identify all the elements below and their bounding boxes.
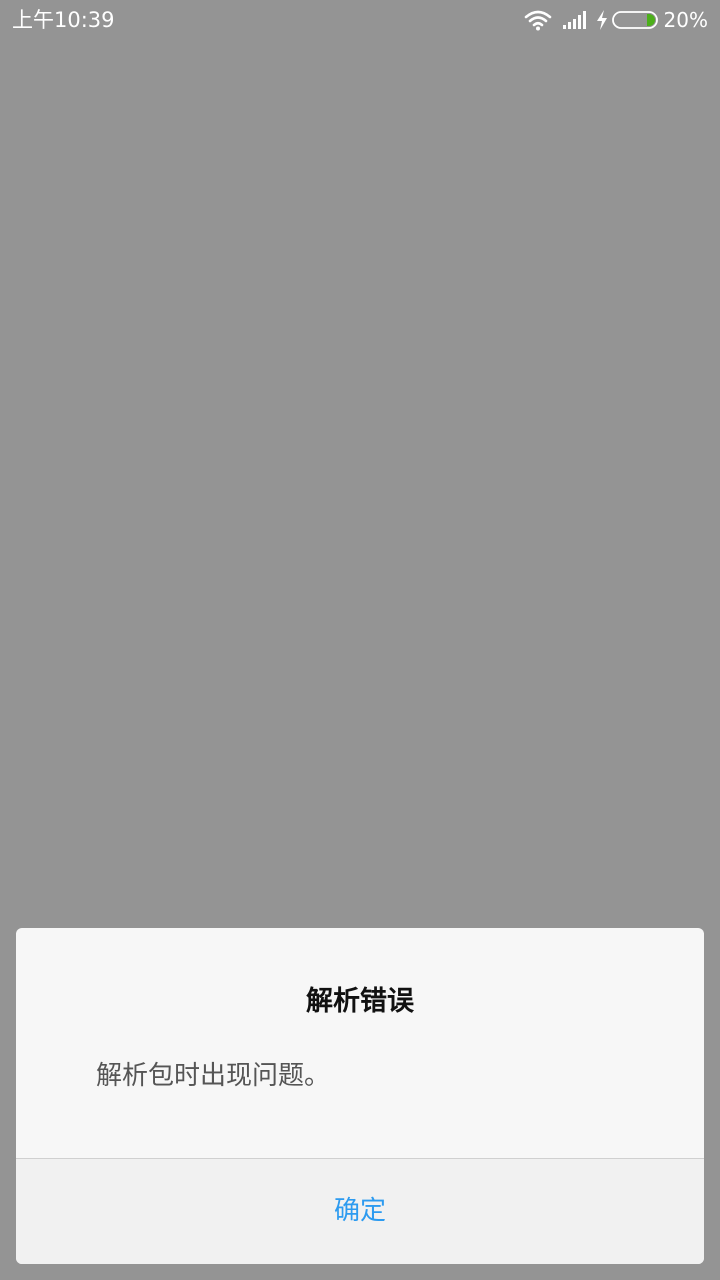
confirm-button[interactable]: 确定 <box>16 1159 704 1264</box>
signal-icon <box>562 11 586 29</box>
status-time: 上午10:39 <box>12 8 115 32</box>
battery-percent: 20% <box>663 8 708 32</box>
battery-icon <box>611 11 658 29</box>
status-icons: 20% <box>524 6 708 34</box>
dialog-footer: 确定 <box>16 1159 704 1264</box>
dialog-message: 解析包时出现问题。 <box>96 1061 331 1091</box>
parse-error-dialog: 解析错误 解析包时出现问题。 确定 <box>16 928 704 1264</box>
status-bar: 上午10:39 20% <box>0 0 720 40</box>
charging-icon <box>596 10 607 30</box>
wifi-icon <box>524 10 551 31</box>
dialog-title: 解析错误 <box>306 986 414 1017</box>
